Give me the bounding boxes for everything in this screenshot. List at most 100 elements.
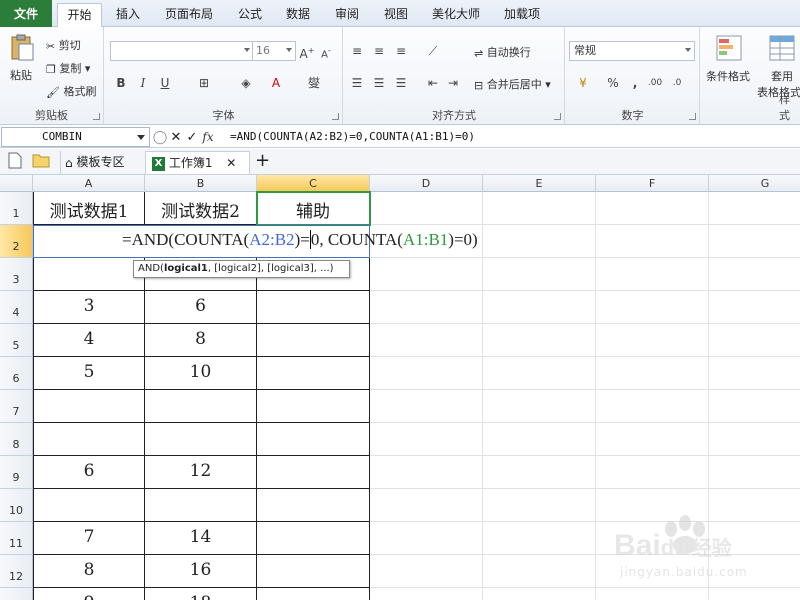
- row-header-9[interactable]: 9: [0, 456, 33, 489]
- italic-button[interactable]: I: [134, 74, 152, 92]
- enter-icon[interactable]: ✓: [184, 128, 200, 148]
- row-header-4[interactable]: 4: [0, 291, 33, 324]
- row-header-11[interactable]: 11: [0, 522, 33, 555]
- tab-home[interactable]: 开始: [57, 3, 102, 28]
- grow-font-icon[interactable]: A+: [298, 42, 316, 61]
- tab-file[interactable]: 文件: [0, 0, 52, 27]
- tab-addins[interactable]: 加载项: [495, 3, 549, 27]
- cell-a12[interactable]: 8: [34, 560, 144, 580]
- increase-decimal-icon[interactable]: .00: [646, 74, 664, 92]
- align-bottom-icon[interactable]: ≡: [392, 42, 410, 60]
- comma-button[interactable]: ,: [626, 74, 644, 92]
- name-box[interactable]: COMBIN: [1, 127, 150, 147]
- tab-page-layout[interactable]: 页面布局: [156, 3, 222, 27]
- formula-expand-icon[interactable]: ◯: [152, 128, 168, 148]
- cell-a6[interactable]: 5: [34, 362, 144, 382]
- cell-a13[interactable]: 9: [34, 593, 144, 600]
- paste-icon[interactable]: [8, 33, 36, 61]
- cell-a1[interactable]: 测试数据1: [34, 197, 144, 222]
- close-tab-icon[interactable]: ✕: [226, 156, 236, 170]
- cell-a11[interactable]: 7: [34, 527, 144, 547]
- paste-button[interactable]: 粘贴: [10, 67, 32, 83]
- percent-button[interactable]: %: [604, 74, 622, 92]
- row-header-13[interactable]: [0, 588, 33, 600]
- conditional-format-icon[interactable]: [715, 34, 743, 62]
- row-header-7[interactable]: 7: [0, 390, 33, 423]
- decrease-indent-icon[interactable]: ⇤: [424, 74, 442, 92]
- font-size-select[interactable]: 16: [252, 41, 296, 61]
- cell-b6[interactable]: 10: [145, 362, 256, 382]
- column-header-c[interactable]: C: [257, 175, 370, 192]
- font-launcher-icon[interactable]: [332, 113, 339, 120]
- alignment-launcher-icon[interactable]: [554, 113, 561, 120]
- underline-button[interactable]: U: [156, 74, 174, 92]
- fill-color-icon[interactable]: ◈: [237, 74, 255, 92]
- column-header-d[interactable]: D: [370, 175, 483, 192]
- row-header-1[interactable]: 1: [0, 192, 33, 225]
- row-header-5[interactable]: 5: [0, 324, 33, 357]
- number-launcher-icon[interactable]: [689, 113, 696, 120]
- currency-icon[interactable]: ¥: [574, 74, 592, 92]
- workbook-tab[interactable]: X 工作簿1 ✕: [145, 151, 250, 174]
- cell-b5[interactable]: 8: [145, 329, 256, 349]
- cell-a5[interactable]: 4: [34, 329, 144, 349]
- number-format-select[interactable]: 常规: [569, 41, 695, 61]
- row-header-12[interactable]: 12: [0, 555, 33, 588]
- wrap-text-button[interactable]: ⇌ 自动换行: [474, 44, 531, 60]
- clipboard-launcher-icon[interactable]: [93, 113, 100, 120]
- font-color-icon[interactable]: A: [267, 74, 285, 92]
- orientation-icon[interactable]: ⟋: [424, 42, 442, 60]
- tab-view[interactable]: 视图: [374, 3, 418, 27]
- row-header-2[interactable]: 2: [0, 225, 33, 258]
- cell-b4[interactable]: 6: [145, 296, 256, 316]
- decrease-decimal-icon[interactable]: .0: [668, 74, 686, 92]
- align-middle-icon[interactable]: ≡: [370, 42, 388, 60]
- increase-indent-icon[interactable]: ⇥: [444, 74, 462, 92]
- merge-center-button[interactable]: ⊟ 合并后居中 ▾: [474, 76, 551, 92]
- column-header-b[interactable]: B: [145, 175, 257, 192]
- column-header-a[interactable]: A: [33, 175, 145, 192]
- copy-button[interactable]: ❐ 复制 ▾: [46, 60, 90, 76]
- format-painter-button[interactable]: 🖌 格式刷: [46, 83, 96, 99]
- font-family-select[interactable]: [110, 41, 254, 61]
- table-format-button[interactable]: 套用: [771, 68, 793, 84]
- row-header-8[interactable]: 8: [0, 423, 33, 456]
- row-header-3[interactable]: 3: [0, 258, 33, 291]
- formula-input[interactable]: =AND(COUNTA(A2:B2)=0,COUNTA(A1:B1)=0): [230, 126, 475, 148]
- cell-c1[interactable]: 辅助: [257, 197, 369, 222]
- insert-function-icon[interactable]: fx: [200, 127, 216, 147]
- cell-edit-formula[interactable]: =AND(COUNTA(A2:B2)=0, COUNTA(A1:B1)=0): [34, 230, 604, 250]
- cell-b11[interactable]: 14: [145, 527, 256, 547]
- align-center-icon[interactable]: ☰: [370, 74, 388, 92]
- borders-icon[interactable]: ⊞: [195, 74, 213, 92]
- open-folder-icon[interactable]: [32, 151, 50, 174]
- cell-b1[interactable]: 测试数据2: [145, 197, 256, 222]
- conditional-format-button[interactable]: 条件格式: [706, 68, 750, 84]
- add-tab-button[interactable]: +: [255, 151, 270, 174]
- phonetic-icon[interactable]: 燮: [305, 74, 323, 92]
- column-header-f[interactable]: F: [596, 175, 709, 192]
- column-header-g[interactable]: G: [709, 175, 800, 192]
- row-header-10[interactable]: 10: [0, 489, 33, 522]
- shrink-font-icon[interactable]: A-: [317, 42, 335, 60]
- align-left-icon[interactable]: ☰: [348, 74, 366, 92]
- select-all-corner[interactable]: [0, 175, 33, 192]
- column-header-e[interactable]: E: [483, 175, 596, 192]
- table-format-icon[interactable]: [768, 34, 796, 62]
- row-header-6[interactable]: 6: [0, 357, 33, 390]
- cell-b13[interactable]: 18: [145, 593, 256, 600]
- cell-a4[interactable]: 3: [34, 296, 144, 316]
- tab-data[interactable]: 数据: [276, 3, 320, 27]
- align-right-icon[interactable]: ☰: [392, 74, 410, 92]
- bold-button[interactable]: B: [112, 74, 130, 92]
- tab-review[interactable]: 审阅: [325, 3, 369, 27]
- align-top-icon[interactable]: ≡: [348, 42, 366, 60]
- tab-beautify[interactable]: 美化大师: [424, 3, 488, 27]
- cell-a9[interactable]: 6: [34, 461, 144, 481]
- tab-insert[interactable]: 插入: [106, 3, 150, 27]
- cut-button[interactable]: ✂ 剪切: [46, 37, 81, 53]
- tab-formulas[interactable]: 公式: [228, 3, 272, 27]
- new-doc-icon[interactable]: [8, 151, 22, 174]
- cancel-icon[interactable]: ✕: [168, 128, 184, 148]
- name-box-dropdown-icon[interactable]: [137, 135, 145, 140]
